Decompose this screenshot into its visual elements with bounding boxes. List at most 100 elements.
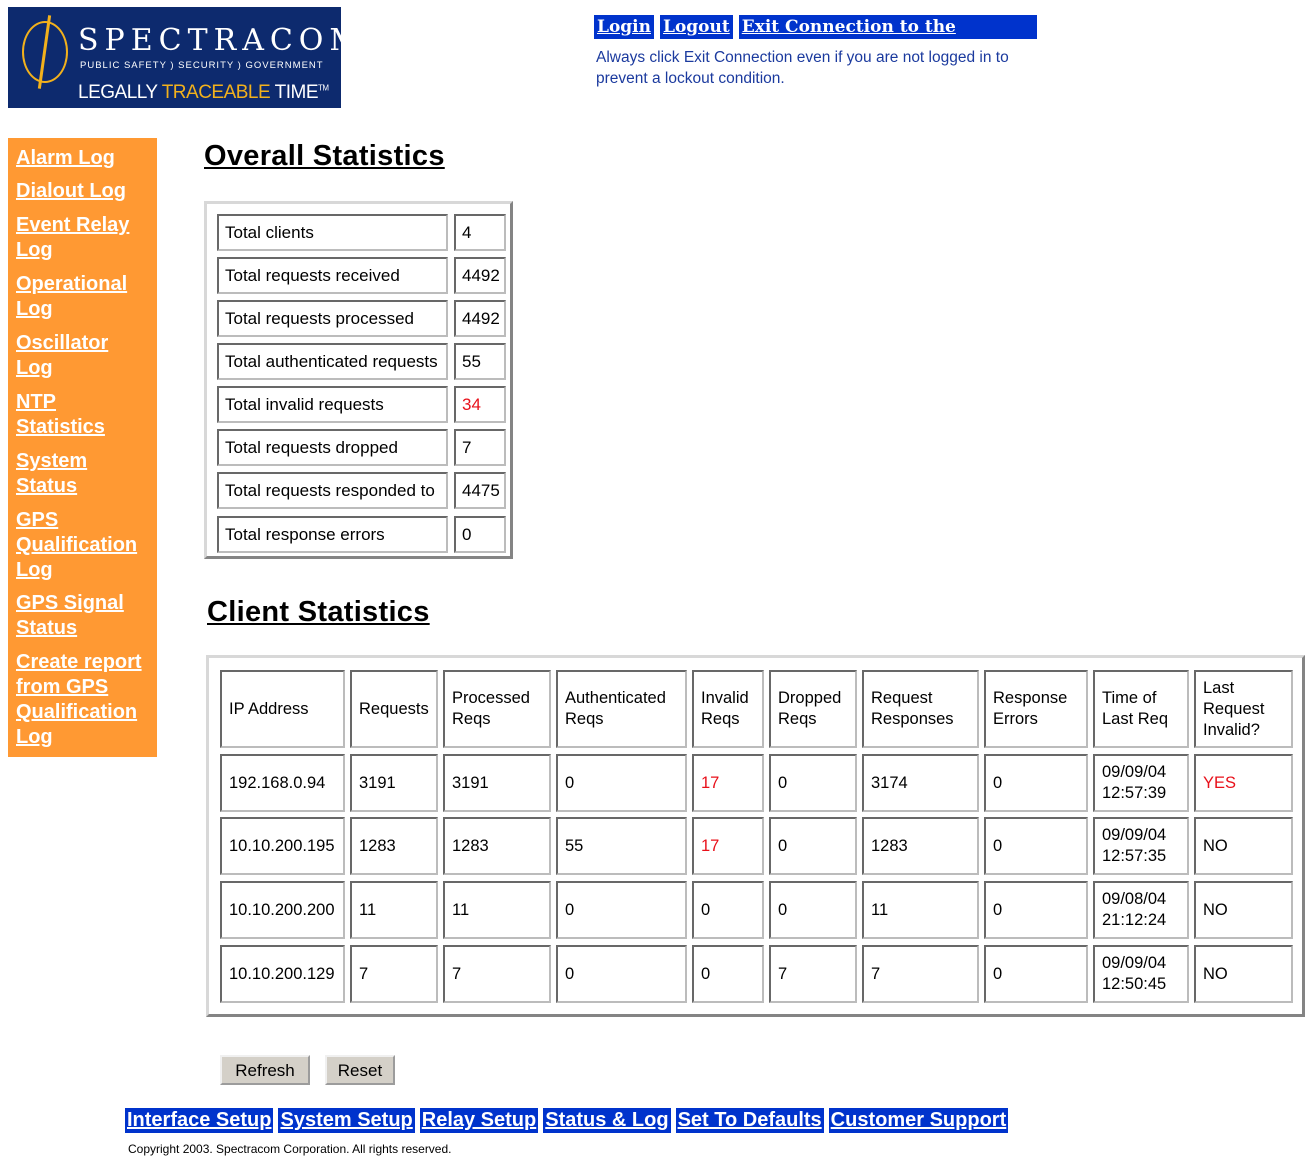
overall-row-label: Total requests dropped <box>217 429 448 466</box>
table-cell: 0 <box>556 945 687 1003</box>
overall-row-label: Total response errors <box>217 516 448 553</box>
overall-row-value: 34 <box>454 386 506 423</box>
table-cell: 10.10.200.195 <box>220 817 345 875</box>
overall-row-label: Total authenticated requests <box>217 343 448 380</box>
logout-link[interactable]: Logout <box>660 15 733 39</box>
overall-row-value: 4492 <box>454 257 506 294</box>
sidebar-item-oscillator-log[interactable]: Oscillator Log <box>16 331 126 381</box>
logo-motto: LEGALLY TRACEABLE TIMETM <box>78 82 329 104</box>
table-cell: 0 <box>984 754 1088 812</box>
table-cell: 3191 <box>443 754 551 812</box>
logo-brand: SPECTRACOM <box>78 23 341 58</box>
exit-connection-link[interactable]: Exit Connection to the Product <box>738 15 1037 59</box>
table-cell: 1283 <box>443 817 551 875</box>
overall-statistics-title: Overall Statistics <box>204 140 445 172</box>
column-header: Response Errors <box>984 670 1088 748</box>
column-header: Time of Last Req <box>1093 670 1189 748</box>
set-to-defaults-link[interactable]: Set To Defaults <box>675 1108 824 1133</box>
logo-trademark: TM <box>318 83 329 93</box>
sidebar-item-operational-log[interactable]: Operational Log <box>16 272 141 322</box>
table-cell: 3191 <box>350 754 438 812</box>
sidebar-item-event-relay-log[interactable]: Event Relay Log <box>16 213 146 263</box>
bottom-navigation: Interface Setup System Setup Relay Setup St… <box>125 1108 1009 1133</box>
overall-row-value: 4 <box>454 214 506 251</box>
overall-row-value: 0 <box>454 516 506 553</box>
table-cell: 11 <box>862 881 979 939</box>
table-cell: 0 <box>769 754 857 812</box>
reset-button[interactable]: Reset <box>325 1055 395 1085</box>
table-cell: NO <box>1194 817 1293 875</box>
column-header: Invalid Reqs <box>692 670 764 748</box>
table-cell: 55 <box>556 817 687 875</box>
overall-row-label: Total requests received <box>217 257 448 294</box>
table-cell: 3174 <box>862 754 979 812</box>
refresh-button[interactable]: Refresh <box>220 1055 310 1085</box>
sidebar-item-alarm-log[interactable]: Alarm Log <box>16 146 156 171</box>
table-cell: 09/08/04 21:12:24 <box>1093 881 1189 939</box>
login-link[interactable]: Login <box>594 15 654 39</box>
table-cell: 0 <box>692 881 764 939</box>
column-header: Request Responses <box>862 670 979 748</box>
table-cell: 7 <box>350 945 438 1003</box>
table-cell: 11 <box>443 881 551 939</box>
table-cell: 09/09/04 12:57:39 <box>1093 754 1189 812</box>
table-cell: 0 <box>984 945 1088 1003</box>
table-cell: NO <box>1194 945 1293 1003</box>
table-cell: 192.168.0.94 <box>220 754 345 812</box>
lockout-notice: Always click Exit Connection even if you… <box>596 49 1009 87</box>
column-header: Last Request Invalid? <box>1194 670 1293 748</box>
table-cell: 09/09/04 12:50:45 <box>1093 945 1189 1003</box>
sidebar-item-gps-qualification-log[interactable]: GPS Qualification Log <box>16 508 156 583</box>
table-cell: 0 <box>556 881 687 939</box>
overall-row-label: Total clients <box>217 214 448 251</box>
interface-setup-link[interactable]: Interface Setup <box>125 1108 274 1133</box>
overall-row-label: Total requests responded to <box>217 472 448 509</box>
table-cell: 17 <box>692 817 764 875</box>
column-header: Dropped Reqs <box>769 670 857 748</box>
table-cell: 09/09/04 12:57:35 <box>1093 817 1189 875</box>
logo-tagline: PUBLIC SAFETY ) SECURITY ) GOVERNMENT <box>80 60 324 71</box>
logo-mark-icon <box>22 21 68 83</box>
sidebar-item-system-status[interactable]: System Status <box>16 449 106 499</box>
logo-motto-pre: LEGALLY <box>78 82 162 103</box>
column-header: Authenticated Reqs <box>556 670 687 748</box>
sidebar-item-ntp-statistics[interactable]: NTP Statistics <box>16 390 116 440</box>
table-cell: 17 <box>692 754 764 812</box>
table-cell: 0 <box>692 945 764 1003</box>
table-cell: 7 <box>769 945 857 1003</box>
copyright-text: Copyright 2003. Spectracom Corporation. … <box>128 1142 452 1156</box>
relay-setup-link[interactable]: Relay Setup <box>419 1108 539 1133</box>
sidebar-item-dialout-log[interactable]: Dialout Log <box>16 179 156 204</box>
column-header: IP Address <box>220 670 345 748</box>
column-header: Requests <box>350 670 438 748</box>
status-log-link[interactable]: Status & Log <box>543 1108 671 1133</box>
table-cell: 7 <box>443 945 551 1003</box>
table-cell: 7 <box>862 945 979 1003</box>
customer-support-link[interactable]: Customer Support <box>828 1108 1009 1133</box>
overall-row-value: 55 <box>454 343 506 380</box>
overall-statistics-table: Total clients 4 Total requests received 449… <box>204 201 513 559</box>
table-cell: 0 <box>984 817 1088 875</box>
logo-motto-highlight: TRACEABLE <box>161 82 271 103</box>
table-cell: 11 <box>350 881 438 939</box>
table-cell: 1283 <box>862 817 979 875</box>
table-cell: 0 <box>769 881 857 939</box>
sidebar-item-gps-signal-status[interactable]: GPS Signal Status <box>16 591 141 641</box>
table-cell: 10.10.200.200 <box>220 881 345 939</box>
sidebar-item-create-report[interactable]: Create report from GPS Qualification Log <box>16 650 156 750</box>
overall-row-value: 4492 <box>454 300 506 337</box>
table-cell: 10.10.200.129 <box>220 945 345 1003</box>
table-cell: NO <box>1194 881 1293 939</box>
client-statistics-table: IP Address Requests Processed Reqs Authenti… <box>206 655 1305 1017</box>
table-cell: 0 <box>984 881 1088 939</box>
session-links: Login Logout Exit Connection to the Prod… <box>594 15 1037 59</box>
system-setup-link[interactable]: System Setup <box>278 1108 415 1133</box>
table-cell: YES <box>1194 754 1293 812</box>
logo-motto-post: TIME <box>270 82 319 103</box>
table-cell: 0 <box>556 754 687 812</box>
overall-row-label: Total requests processed <box>217 300 448 337</box>
spectracom-logo: SPECTRACOM PUBLIC SAFETY ) SECURITY ) GO… <box>8 7 341 108</box>
overall-row-value: 4475 <box>454 472 506 509</box>
overall-row-value: 7 <box>454 429 506 466</box>
overall-row-label: Total invalid requests <box>217 386 448 423</box>
